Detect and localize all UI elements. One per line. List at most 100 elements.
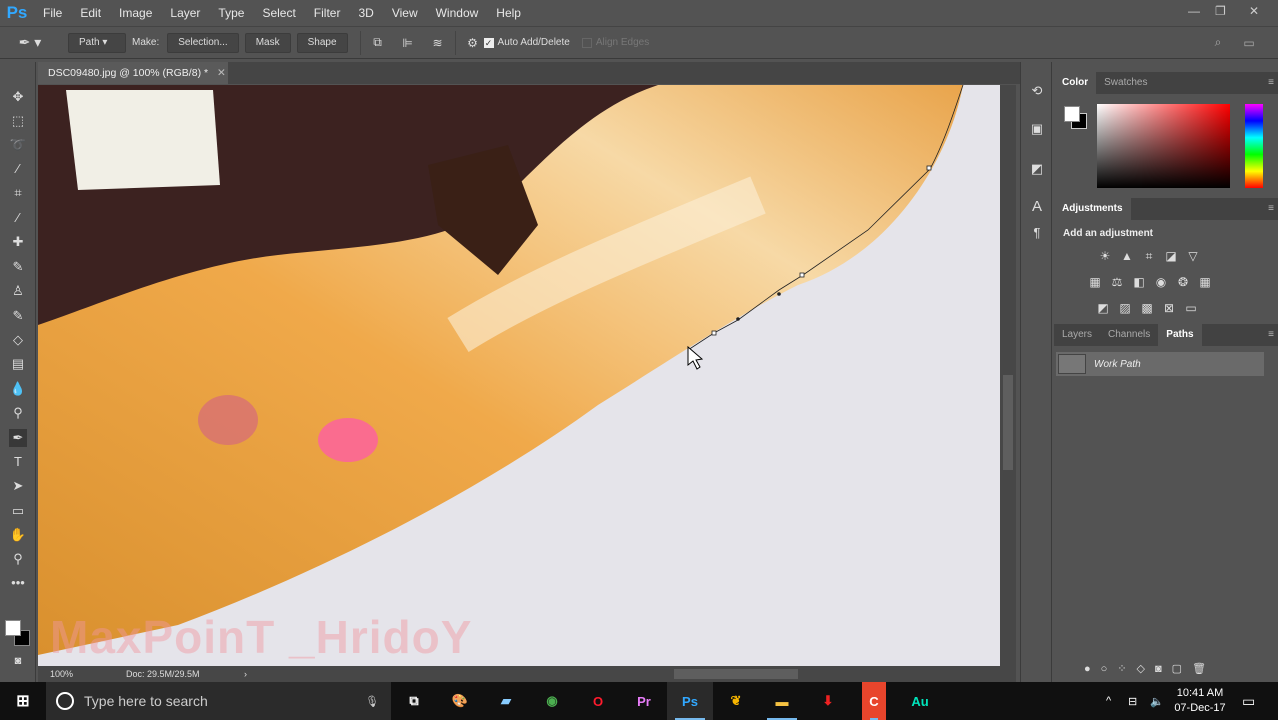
- eraser-tool-icon[interactable]: ◇: [9, 331, 27, 349]
- panel-menu-icon[interactable]: ≡: [1268, 329, 1274, 340]
- paint-app-icon[interactable]: 🎨: [437, 682, 483, 720]
- menu-filter[interactable]: Filter: [305, 6, 350, 20]
- pen-tool-preset-icon[interactable]: ✒ ▾: [0, 34, 60, 51]
- levels-icon[interactable]: ▲: [1116, 244, 1138, 269]
- task-view-icon[interactable]: ⧉: [391, 682, 437, 720]
- threshold-icon[interactable]: ▩: [1136, 296, 1158, 321]
- black-white-icon[interactable]: ◧: [1128, 270, 1150, 295]
- foreground-color-swatch[interactable]: [5, 620, 21, 636]
- path-arrangement-icon[interactable]: ≋: [427, 36, 449, 50]
- search-box[interactable]: Type here to search 🎙: [46, 682, 391, 720]
- search-icon[interactable]: ⌕: [1207, 35, 1229, 50]
- photoshop-taskbar-icon[interactable]: Ps: [667, 682, 713, 720]
- windows-start-icon[interactable]: ⊞: [0, 682, 46, 720]
- selective-color-icon[interactable]: ⊠: [1158, 296, 1180, 321]
- menu-window[interactable]: Window: [427, 6, 488, 20]
- vibrance-icon[interactable]: ▽: [1182, 244, 1204, 269]
- audition-icon[interactable]: Au: [897, 682, 943, 720]
- tab-layers[interactable]: Layers: [1054, 324, 1100, 346]
- direction-handle[interactable]: [736, 317, 740, 321]
- microphone-icon[interactable]: 🎙: [365, 695, 379, 708]
- stroke-path-icon[interactable]: ○: [1101, 663, 1118, 675]
- notes-app-icon[interactable]: ▰: [483, 682, 529, 720]
- camtasia-icon[interactable]: C: [862, 682, 886, 720]
- color-balance-icon[interactable]: ⚖: [1106, 270, 1128, 295]
- network-icon[interactable]: ⊟: [1128, 695, 1137, 708]
- fl-studio-icon[interactable]: ❦: [713, 682, 759, 720]
- color-field[interactable]: [1097, 104, 1230, 188]
- zoom-tool-icon[interactable]: ⚲: [9, 550, 27, 568]
- menu-image[interactable]: Image: [110, 6, 161, 20]
- lasso-tool-icon[interactable]: ➰: [9, 136, 27, 154]
- photo-filter-icon[interactable]: ◉: [1150, 270, 1172, 295]
- document-canvas[interactable]: MaxPoinT _HridoY: [38, 85, 1000, 666]
- healing-brush-tool-icon[interactable]: ✚: [9, 233, 27, 251]
- delete-path-icon[interactable]: 🗑: [1192, 663, 1216, 675]
- hue-saturation-icon[interactable]: ▦: [1084, 270, 1106, 295]
- mask-button[interactable]: Mask: [244, 32, 291, 53]
- path-alignment-icon[interactable]: ⊫: [397, 36, 419, 50]
- history-icon[interactable]: ⟲: [1028, 82, 1046, 100]
- marquee-tool-icon[interactable]: ⬚: [9, 112, 27, 130]
- make-work-path-icon[interactable]: ◇: [1137, 663, 1155, 675]
- shape-button[interactable]: Shape: [296, 32, 348, 53]
- menu-help[interactable]: Help: [487, 6, 530, 20]
- anchor-point[interactable]: [799, 272, 805, 278]
- quick-mask-icon[interactable]: ◙: [9, 652, 27, 670]
- path-row-work-path[interactable]: Work Path: [1056, 352, 1264, 376]
- gradient-tool-icon[interactable]: ▤: [9, 355, 27, 373]
- vertical-scrollbar[interactable]: [1000, 85, 1016, 666]
- menu-file[interactable]: File: [34, 6, 71, 20]
- path-selection-tool-icon[interactable]: ➤: [9, 477, 27, 495]
- document-tab[interactable]: DSC09480.jpg @ 100% (RGB/8) * ✕: [38, 62, 228, 84]
- rectangle-tool-icon[interactable]: ▭: [9, 502, 27, 520]
- hand-tool-icon[interactable]: ✋: [9, 526, 27, 544]
- gear-icon[interactable]: ⚙: [462, 36, 484, 50]
- quick-select-tool-icon[interactable]: ⁄: [9, 160, 27, 178]
- path-operations-icon[interactable]: ⧉: [367, 35, 389, 50]
- status-menu-arrow-icon[interactable]: ›: [244, 666, 247, 682]
- workspace-icon[interactable]: ▭: [1238, 36, 1260, 50]
- file-explorer-icon[interactable]: ▬: [759, 682, 805, 720]
- tab-adjustments[interactable]: Adjustments: [1054, 198, 1131, 220]
- history-brush-tool-icon[interactable]: ✎: [9, 307, 27, 325]
- auto-add-delete-checkbox[interactable]: ✓: [483, 37, 494, 48]
- foreground-color-chip[interactable]: [1064, 106, 1080, 122]
- curves-icon[interactable]: ⌗: [1138, 244, 1160, 269]
- pen-tool-icon[interactable]: ✒: [9, 429, 27, 447]
- exposure-icon[interactable]: ◪: [1160, 244, 1182, 269]
- more-tools-icon[interactable]: •••: [9, 574, 27, 592]
- path-mode-select[interactable]: Path ▾: [68, 32, 126, 53]
- premiere-icon[interactable]: Pr: [621, 682, 667, 720]
- menu-edit[interactable]: Edit: [71, 6, 110, 20]
- menu-layer[interactable]: Layer: [161, 6, 209, 20]
- eyedropper-tool-icon[interactable]: ⁄: [9, 209, 27, 227]
- new-path-icon[interactable]: ▢: [1172, 663, 1192, 675]
- close-icon[interactable]: ✕: [1249, 4, 1259, 18]
- clock[interactable]: 10:41 AM 07-Dec-17: [1170, 686, 1230, 716]
- brush-tool-icon[interactable]: ✎: [9, 258, 27, 276]
- fill-path-icon[interactable]: ●: [1084, 663, 1101, 675]
- anchor-point[interactable]: [711, 330, 717, 336]
- tab-color[interactable]: Color: [1054, 72, 1097, 94]
- panel-menu-icon[interactable]: ≡: [1268, 77, 1274, 88]
- selection-button[interactable]: Selection...: [167, 32, 239, 53]
- color-lookup-icon[interactable]: ▦: [1194, 270, 1216, 295]
- horizontal-scrollbar[interactable]: [674, 669, 798, 679]
- hue-slider[interactable]: [1245, 104, 1263, 188]
- show-hidden-icons[interactable]: ^: [1106, 695, 1111, 707]
- channel-mixer-icon[interactable]: ❂: [1172, 270, 1194, 295]
- chrome-icon[interactable]: ◉: [529, 682, 575, 720]
- invert-icon[interactable]: ◩: [1092, 296, 1114, 321]
- blur-tool-icon[interactable]: 💧: [9, 380, 27, 398]
- brightness-contrast-icon[interactable]: ☀: [1094, 244, 1116, 269]
- menu-3d[interactable]: 3D: [349, 6, 382, 20]
- dodge-tool-icon[interactable]: ⚲: [9, 404, 27, 422]
- clone-stamp-tool-icon[interactable]: ♙: [9, 282, 27, 300]
- restore-icon[interactable]: ❐: [1215, 4, 1226, 18]
- type-tool-icon[interactable]: T: [9, 453, 27, 471]
- notifications-icon[interactable]: ▭: [1242, 693, 1255, 710]
- anchor-point[interactable]: [926, 165, 932, 171]
- panel-menu-icon[interactable]: ≡: [1268, 203, 1274, 214]
- add-mask-icon[interactable]: ◙: [1155, 663, 1172, 675]
